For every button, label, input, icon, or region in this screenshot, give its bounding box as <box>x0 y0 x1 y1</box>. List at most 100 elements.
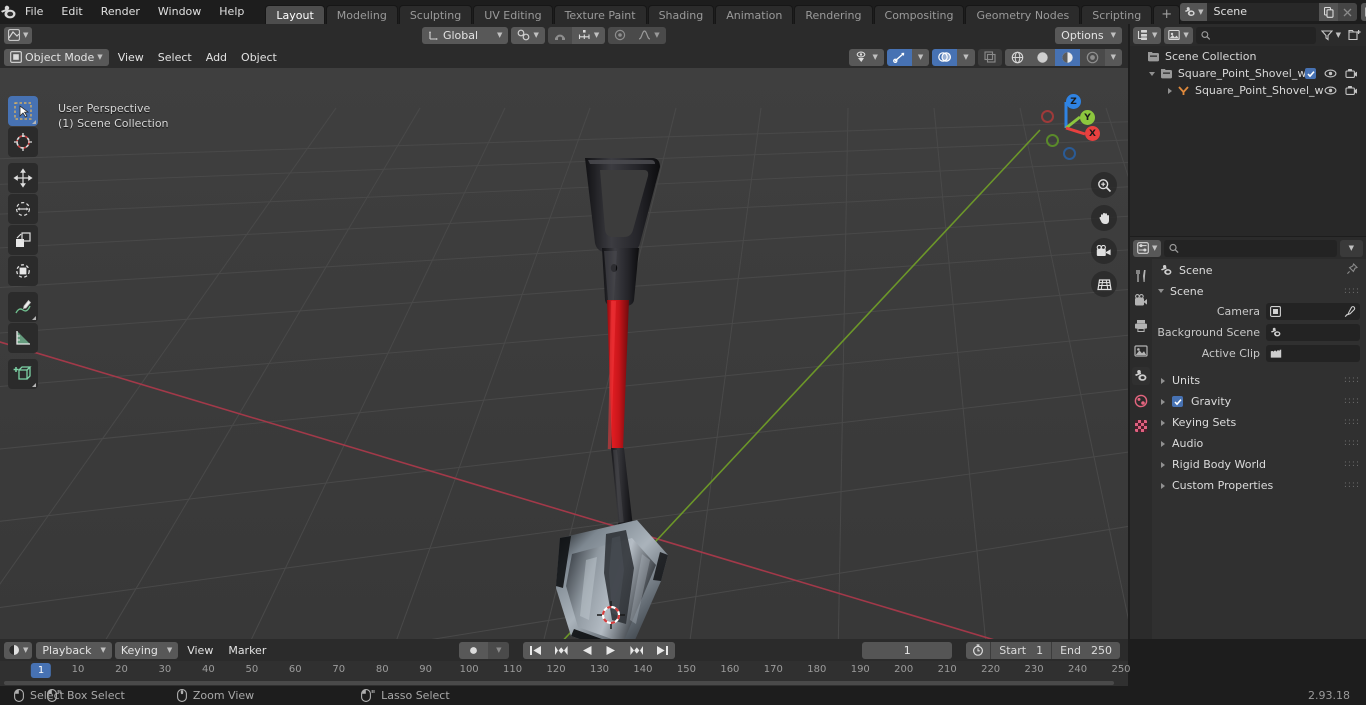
overlay-options-dropdown[interactable]: ▼ <box>957 48 975 66</box>
start-frame-field[interactable]: Start 1 <box>990 641 1052 659</box>
rotate-tool[interactable] <box>8 194 38 224</box>
show-overlays-toggle[interactable] <box>932 48 958 66</box>
move-tool[interactable] <box>8 163 38 193</box>
editor-type-icon[interactable]: ▼ <box>4 26 33 44</box>
panel-keying-sets[interactable]: Keying Sets:::: <box>1152 412 1366 433</box>
prev-keyframe-icon[interactable] <box>548 641 576 659</box>
hide-in-viewport-icon[interactable] <box>1324 68 1337 79</box>
chevron-right-icon[interactable] <box>1161 461 1165 468</box>
transform-tool[interactable] <box>8 256 38 286</box>
view-layer-icon[interactable]: ▼ <box>1361 3 1366 21</box>
ortho-persp-grid-icon[interactable] <box>1091 271 1117 297</box>
workspace-tab-compositing[interactable]: Compositing <box>873 5 965 24</box>
end-frame-field[interactable]: End 250 <box>1051 641 1120 659</box>
play-reverse-icon[interactable] <box>575 641 600 659</box>
prop-field-camera[interactable] <box>1266 303 1360 320</box>
workspace-tab-modeling[interactable]: Modeling <box>325 5 398 24</box>
tool-tab[interactable] <box>1132 267 1150 285</box>
panel-rigid-body-world[interactable]: Rigid Body World:::: <box>1152 454 1366 475</box>
render-camera-tab[interactable] <box>1132 292 1150 310</box>
measure-tool[interactable] <box>8 323 38 353</box>
printer-output-tab[interactable] <box>1132 317 1150 335</box>
zoom-icon[interactable] <box>1091 172 1117 198</box>
workspace-tab-animation[interactable]: Animation <box>715 5 794 24</box>
options-dropdown[interactable]: Options ▼ <box>1055 26 1123 44</box>
pin-icon[interactable] <box>1346 262 1358 278</box>
hide-in-viewport-icon[interactable] <box>1324 85 1337 96</box>
gizmo-axis-neg[interactable] <box>1063 147 1076 160</box>
timeline-menu-playback[interactable]: Playback ▼ <box>36 641 112 659</box>
chevron-right-icon[interactable] <box>1161 398 1165 405</box>
gizmo-axis-neg[interactable] <box>1041 110 1054 123</box>
properties-editor-icon[interactable]: ▼ <box>1133 239 1162 257</box>
camera-icon[interactable] <box>1091 238 1117 264</box>
object-visibility-icon[interactable]: ▼ <box>849 48 884 66</box>
scene-tab[interactable] <box>1132 367 1150 385</box>
record-icon[interactable] <box>459 641 489 659</box>
chevron-right-icon[interactable] <box>1161 377 1165 384</box>
gizmo-axis-z[interactable]: Z <box>1066 94 1081 109</box>
stopwatch-icon[interactable] <box>966 641 991 659</box>
xray-toggle[interactable] <box>977 48 1002 66</box>
gizmo-axis-neg[interactable] <box>1046 134 1059 147</box>
outliner-filter-mode-icon[interactable]: ▼ <box>1164 26 1193 44</box>
chevron-right-icon[interactable] <box>1161 419 1165 426</box>
shading-options-dropdown[interactable]: ▼ <box>1104 48 1122 66</box>
menu-window[interactable]: Window <box>149 3 210 21</box>
viewport-menu-view[interactable]: View <box>112 49 150 66</box>
timeline-scrollbar[interactable] <box>4 681 1114 685</box>
prop-field-background-scene[interactable] <box>1266 324 1360 341</box>
timeline-menu-marker[interactable]: Marker <box>222 642 272 659</box>
outliner-row-1[interactable]: Square_Point_Shovel_with_Re <box>1130 65 1366 82</box>
properties-options-dropdown[interactable]: ▼ <box>1339 239 1363 257</box>
add-cube-tool[interactable] <box>8 359 38 389</box>
expander-icon[interactable] <box>1167 87 1172 94</box>
scene-panel-header[interactable]: Scene :::: <box>1152 281 1366 301</box>
scene-selector[interactable]: ▼ Scene <box>1180 3 1358 21</box>
viewport-menu-object[interactable]: Object <box>235 49 283 66</box>
wireframe-shading-button[interactable] <box>1004 48 1030 66</box>
next-keyframe-icon[interactable] <box>623 641 651 659</box>
workspace-tab-geometry-nodes[interactable]: Geometry Nodes <box>965 5 1081 24</box>
scene-name[interactable]: Scene <box>1207 3 1320 21</box>
solid-shading-button[interactable] <box>1029 48 1055 66</box>
panel-gravity[interactable]: Gravity:::: <box>1152 391 1366 412</box>
filter-icon[interactable]: ▼ <box>1319 27 1343 44</box>
world-tab[interactable] <box>1132 392 1150 410</box>
proportional-edit-icon[interactable] <box>608 26 633 44</box>
play-icon[interactable] <box>599 641 624 659</box>
outliner-row-0[interactable]: Scene Collection <box>1130 48 1366 65</box>
timeline-ruler[interactable]: 1 10 20 30 40 50 60 70 80 90 100 110 120 130 140 150 160… <box>0 661 1131 680</box>
navigation-gizmo[interactable]: ZYX <box>1030 90 1106 166</box>
viewport-canvas[interactable]: User Perspective (1) Scene Collection Z … <box>0 68 1128 639</box>
view-layer-selector[interactable]: ▼ View Layer <box>1361 3 1366 21</box>
jump-end-icon[interactable] <box>650 641 676 659</box>
timeline-editor-icon[interactable]: ▼ <box>4 641 33 659</box>
gizmo-options-dropdown[interactable]: ▼ <box>911 48 930 66</box>
workspace-tab-texture-paint[interactable]: Texture Paint <box>553 5 647 24</box>
jump-start-icon[interactable] <box>523 641 549 659</box>
pan-hand-icon[interactable] <box>1091 205 1117 231</box>
snap-magnet-icon[interactable] <box>547 26 572 44</box>
annotate-tool[interactable] <box>8 292 38 322</box>
workspace-tab-uv-editing[interactable]: UV Editing <box>473 5 553 24</box>
texture-tab[interactable] <box>1132 417 1150 435</box>
viewport-menu-select[interactable]: Select <box>152 49 198 66</box>
menu-render[interactable]: Render <box>92 3 149 21</box>
workspace-tab-scripting[interactable]: Scripting <box>1081 5 1153 24</box>
eyedropper-icon[interactable] <box>1344 305 1356 318</box>
auto-keying-options-dropdown[interactable]: ▼ <box>488 641 510 659</box>
menu-edit[interactable]: Edit <box>52 3 91 21</box>
outliner-display-icon[interactable]: ▼ <box>1133 26 1162 44</box>
tweak-select-tool[interactable] <box>8 96 38 126</box>
show-gizmo-toggle[interactable] <box>886 48 912 66</box>
chevron-right-icon[interactable] <box>1161 440 1165 447</box>
workspace-tab-shading[interactable]: Shading <box>647 5 715 24</box>
add-workspace-button[interactable]: + <box>1153 5 1181 24</box>
menu-file[interactable]: File <box>16 3 52 21</box>
transform-orientation-dropdown[interactable]: Global ▼ <box>421 26 509 44</box>
proportional-falloff-dropdown[interactable]: ▼ <box>632 26 666 44</box>
unlink-scene-button[interactable] <box>1338 3 1358 21</box>
view-layer-images-tab[interactable] <box>1132 342 1150 360</box>
snap-to-dropdown[interactable]: ▼ <box>511 26 545 44</box>
